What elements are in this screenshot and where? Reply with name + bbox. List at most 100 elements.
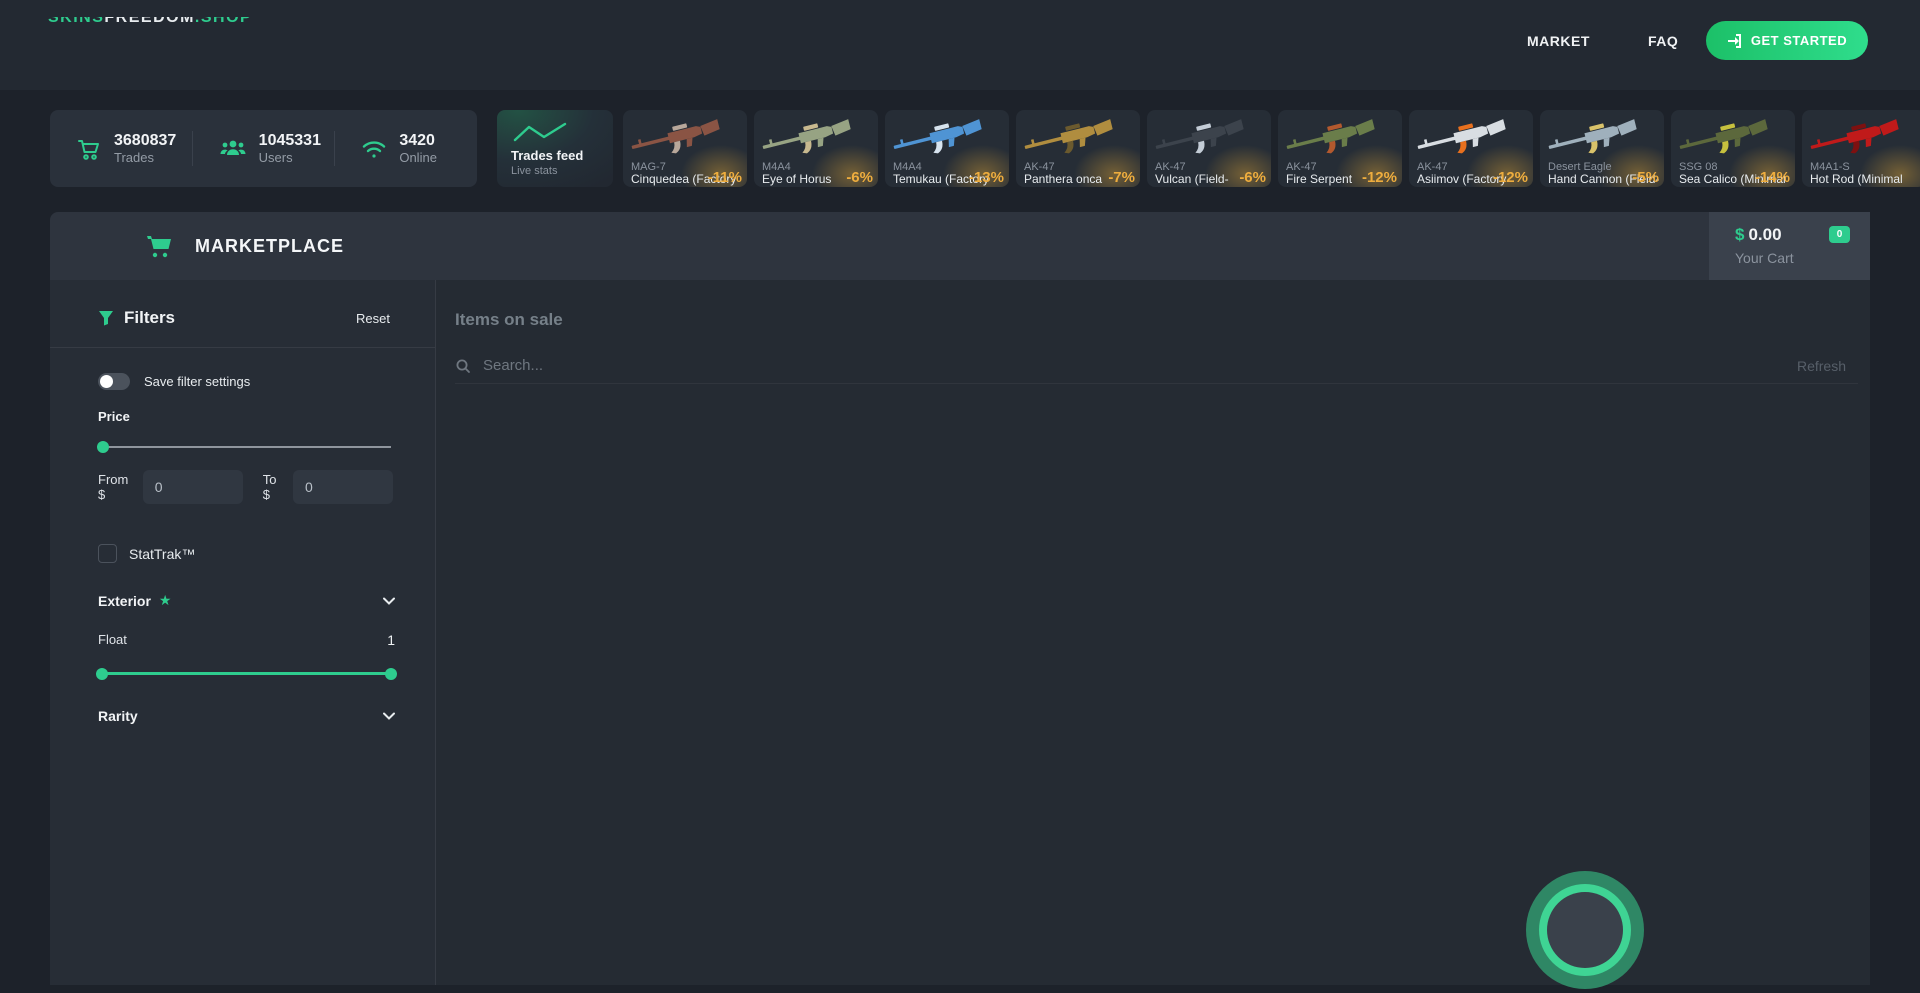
skin-card[interactable]: Desert Eagle Hand Cannon (Field-Tested) …	[1540, 110, 1664, 187]
users-label: Users	[259, 150, 321, 166]
skin-card[interactable]: MAG-7 Cinquedea (Factory New) -11%	[623, 110, 747, 187]
gun-image	[760, 112, 872, 160]
filter-funnel-icon	[98, 310, 114, 326]
main-panel: Filters Reset Save filter settings Price…	[50, 280, 1870, 985]
page: SKINSFREEDOM.SHOP MARKET FAQ GET STARTED…	[0, 0, 1920, 993]
site-logo-text: SKINSFREEDOM.SHOP	[48, 17, 252, 27]
items-title: Items on sale	[455, 310, 563, 330]
stat-online: 3420 Online	[334, 131, 477, 166]
skin-discount: -7%	[1108, 169, 1135, 186]
nav-faq-link[interactable]: FAQ	[1648, 33, 1678, 49]
float-slider-max-knob[interactable]	[385, 668, 397, 680]
price-to-label: To $	[263, 472, 284, 502]
skin-discount: -14%	[1755, 169, 1790, 186]
users-icon	[219, 136, 247, 162]
skin-card[interactable]: M4A1-S Hot Rod (Minimal Wear)	[1802, 110, 1920, 187]
filters-sidebar: Filters Reset Save filter settings Price…	[50, 280, 436, 985]
marketplace-bar: MARKETPLACE $0.00 Your Cart 0	[50, 212, 1870, 280]
skin-card[interactable]: M4A4 Eye of Horus (Factory New) -6%	[754, 110, 878, 187]
float-row: Float 1	[98, 632, 395, 648]
stattrak-row[interactable]: StatTrak™	[98, 544, 195, 563]
filters-title: Filters	[124, 308, 175, 328]
cart-summary[interactable]: $0.00 Your Cart 0	[1709, 212, 1870, 280]
price-slider-knob[interactable]	[97, 441, 109, 453]
gun-image	[1022, 112, 1134, 160]
gun-image	[1677, 112, 1789, 160]
trades-feed-card[interactable]: Trades feed Live stats	[497, 110, 613, 187]
skin-discount: -12%	[1362, 169, 1397, 186]
cart-amount: $0.00	[1735, 225, 1782, 245]
online-label: Online	[399, 150, 437, 166]
skin-card[interactable]: AK-47 Fire Serpent (Minimal Wear) -12%	[1278, 110, 1402, 187]
gun-image	[1153, 112, 1265, 160]
float-label: Float	[98, 632, 127, 648]
divider	[50, 347, 435, 348]
refresh-button[interactable]: Refresh	[1797, 358, 1846, 374]
trades-feed-subtitle: Live stats	[511, 165, 557, 177]
exterior-section-header[interactable]: Exterior ★	[98, 592, 395, 609]
gun-image	[629, 112, 741, 160]
skin-card[interactable]: AK-47 Panthera onca (Factory New) -7%	[1016, 110, 1140, 187]
cart-count-badge: 0	[1829, 226, 1850, 243]
online-count: 3420	[399, 131, 437, 150]
price-slider[interactable]	[99, 446, 391, 448]
price-section-label: Price	[98, 409, 130, 424]
search-icon	[455, 358, 471, 374]
top-navbar: SKINSFREEDOM.SHOP MARKET FAQ GET STARTED	[0, 0, 1920, 90]
search-input[interactable]	[481, 356, 1779, 375]
line-chart-icon	[511, 120, 573, 146]
skin-discount: -12%	[1493, 169, 1528, 186]
items-content: Items on sale Refresh	[436, 280, 1870, 985]
users-count: 1045331	[259, 131, 321, 150]
price-from-label: From $	[98, 472, 134, 502]
trades-label: Trades	[114, 150, 176, 166]
price-from-input[interactable]	[143, 470, 243, 504]
skin-discount: -6%	[1239, 169, 1266, 186]
trades-feed-title: Trades feed	[511, 148, 583, 163]
cart-amount-value: 0.00	[1748, 225, 1781, 244]
gun-image	[1284, 112, 1396, 160]
save-filter-label: Save filter settings	[144, 374, 250, 389]
price-range-row: From $ To $	[98, 464, 393, 510]
skin-card[interactable]: AK-47 Asiimov (Factory New) -12%	[1409, 110, 1533, 187]
gun-image	[891, 112, 1003, 160]
rarity-section-header[interactable]: Rarity	[98, 708, 395, 724]
skin-text: M4A1-S Hot Rod (Minimal Wear)	[1810, 161, 1920, 187]
gun-image	[1415, 112, 1527, 160]
nav-market-link[interactable]: MARKET	[1527, 33, 1590, 49]
skin-cards: MAG-7 Cinquedea (Factory New) -11%	[623, 110, 1920, 187]
skin-card[interactable]: M4A4 Temukau (Factory New) -13%	[885, 110, 1009, 187]
save-filter-toggle[interactable]	[98, 373, 130, 390]
rarity-label: Rarity	[98, 708, 138, 724]
search-row: Refresh	[455, 348, 1858, 384]
float-slider-min-knob[interactable]	[96, 668, 108, 680]
skin-discount: -11%	[708, 169, 742, 186]
price-to-input[interactable]	[293, 470, 393, 504]
login-icon	[1727, 33, 1743, 49]
skin-card[interactable]: AK-47 Vulcan (Field-Tested) -6%	[1147, 110, 1271, 187]
float-value: 1	[387, 632, 395, 648]
stat-users: 1045331 Users	[192, 131, 335, 166]
float-slider[interactable]	[99, 672, 394, 675]
chevron-down-icon	[383, 597, 395, 605]
skin-discount: -6%	[846, 169, 873, 186]
marketplace-title: MARKETPLACE	[195, 236, 344, 257]
get-started-button[interactable]: GET STARTED	[1706, 21, 1868, 60]
skin-name: Hot Rod (Minimal Wear)	[1810, 173, 1920, 187]
site-stats-card: 3680837 Trades 1045331 Users	[50, 110, 477, 187]
star-icon: ★	[159, 592, 172, 609]
site-logo[interactable]: SKINSFREEDOM.SHOP	[48, 17, 252, 30]
cart-label: Your Cart	[1735, 250, 1794, 266]
get-started-label: GET STARTED	[1751, 33, 1847, 48]
exterior-label: Exterior	[98, 593, 151, 609]
filters-reset-button[interactable]: Reset	[356, 311, 390, 326]
loading-spinner	[1526, 871, 1644, 989]
cart-icon	[76, 136, 102, 162]
currency-symbol: $	[1735, 225, 1744, 244]
stattrak-checkbox[interactable]	[98, 544, 117, 563]
stat-trades: 3680837 Trades	[50, 131, 192, 166]
trades-count: 3680837	[114, 131, 176, 150]
save-filter-toggle-row[interactable]: Save filter settings	[98, 373, 250, 390]
gun-image	[1808, 112, 1920, 160]
skin-card[interactable]: SSG 08 Sea Calico (Minimal Wear) -14%	[1671, 110, 1795, 187]
